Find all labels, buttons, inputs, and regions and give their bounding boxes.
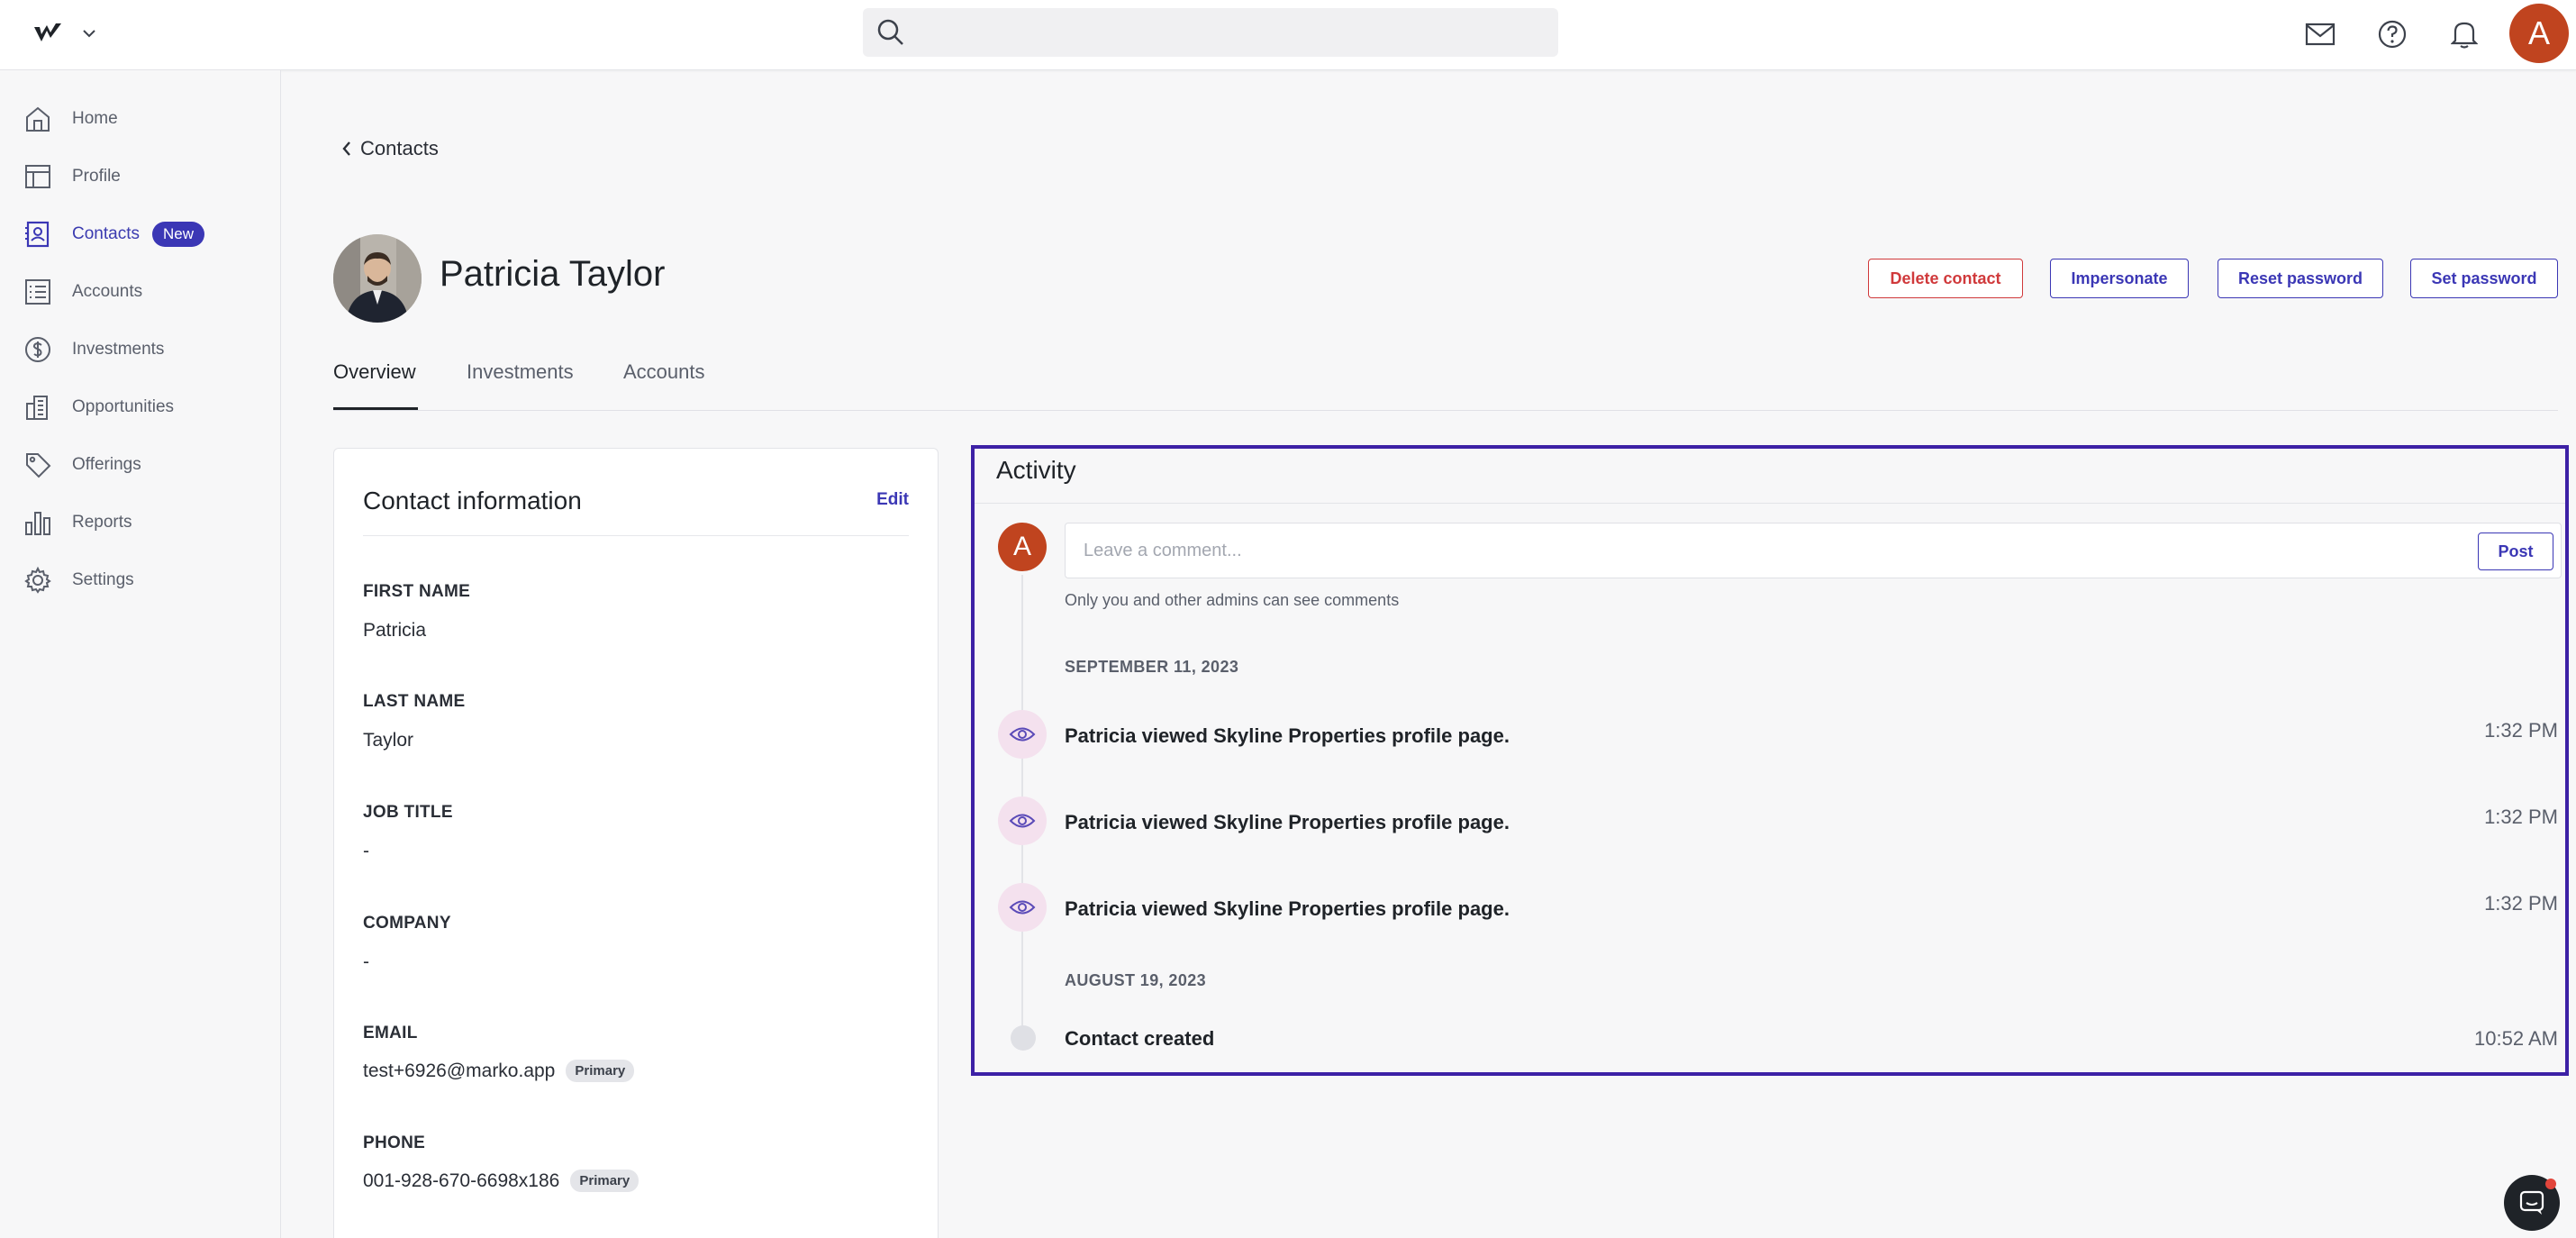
sidebar-item-label: Offerings	[72, 455, 141, 474]
field-value-first-name: Patricia	[363, 620, 427, 641]
contacts-icon	[22, 218, 54, 250]
sidebar-item-label: Accounts	[72, 282, 143, 301]
field-label-last-name: LAST NAME	[363, 692, 466, 711]
dollar-icon	[22, 333, 54, 366]
reset-password-button[interactable]: Reset password	[2218, 259, 2383, 298]
sidebar-item-offerings[interactable]: Offerings	[22, 445, 141, 485]
chevron-down-icon[interactable]	[79, 23, 99, 43]
comment-visibility-note: Only you and other admins can see commen…	[1065, 591, 1400, 609]
comment-box: Post	[1065, 523, 2562, 578]
back-link[interactable]: Contacts	[340, 137, 439, 160]
chat-icon	[2519, 1190, 2544, 1215]
sidebar-item-accounts[interactable]: Accounts	[22, 272, 142, 312]
activity-event-text: Patricia viewed Skyline Properties profi…	[1065, 724, 1510, 747]
activity-event-time: 10:52 AM	[2474, 1027, 2558, 1050]
delete-contact-button[interactable]: Delete contact	[1868, 259, 2023, 298]
eye-icon	[998, 797, 1047, 845]
gear-icon	[22, 564, 54, 596]
set-password-button[interactable]: Set password	[2410, 259, 2558, 298]
commenter-avatar: A	[998, 523, 1047, 571]
activity-event-time: 1:32 PM	[2484, 892, 2558, 915]
field-value-company: -	[363, 951, 369, 972]
divider	[975, 503, 2565, 504]
home-icon	[22, 103, 54, 135]
field-label-first-name: FIRST NAME	[363, 582, 471, 601]
profile-icon	[22, 160, 54, 193]
building-icon	[22, 391, 54, 423]
activity-event-text: Patricia viewed Skyline Properties profi…	[1065, 811, 1510, 833]
activity-event-time: 1:32 PM	[2484, 719, 2558, 742]
contact-info-card: Contact information Edit FIRST NAME Patr…	[333, 448, 939, 1238]
sidebar-item-profile[interactable]: Profile	[22, 157, 121, 196]
sidebar-item-label: Home	[72, 109, 118, 128]
sidebar-item-label: Profile	[72, 167, 121, 186]
search-icon	[877, 19, 903, 45]
sidebar: Home Profile Contacts New Accounts Inves…	[0, 70, 281, 1238]
search-input[interactable]	[913, 8, 1544, 57]
activity-panel: Activity A Post Only you and other admin…	[971, 445, 2569, 1076]
field-label-job-title: JOB TITLE	[363, 803, 453, 822]
sidebar-item-opportunities[interactable]: Opportunities	[22, 387, 174, 427]
chevron-left-icon	[342, 141, 350, 156]
sidebar-item-label: Reports	[72, 513, 132, 532]
logo-icon[interactable]	[32, 20, 65, 47]
field-value-job-title: -	[363, 841, 369, 861]
field-label-email: EMAIL	[363, 1024, 418, 1042]
card-title: Contact information	[363, 487, 582, 514]
sidebar-item-contacts[interactable]: Contacts New	[22, 214, 204, 254]
field-value-phone: 001-928-670-6698x186 Primary	[363, 1170, 639, 1192]
eye-icon	[998, 883, 1047, 932]
sidebar-item-reports[interactable]: Reports	[22, 503, 132, 542]
sidebar-item-label: Contacts	[72, 224, 140, 243]
sidebar-item-investments[interactable]: Investments	[22, 330, 164, 369]
contact-photo	[333, 234, 422, 323]
chat-launcher-button[interactable]	[2504, 1175, 2560, 1231]
activity-event-text: Contact created	[1065, 1027, 1215, 1050]
sidebar-item-home[interactable]: Home	[22, 99, 118, 139]
field-label-phone: PHONE	[363, 1133, 426, 1152]
sidebar-item-label: Settings	[72, 570, 134, 589]
eye-icon	[998, 710, 1047, 759]
dot-icon	[1011, 1025, 1036, 1051]
post-button[interactable]: Post	[2478, 533, 2553, 570]
date-header: AUGUST 19, 2023	[1065, 971, 1207, 989]
divider	[363, 535, 909, 536]
activity-event-time: 1:32 PM	[2484, 806, 2558, 828]
notification-dot	[2545, 1179, 2556, 1189]
tab-bar: Overview Investments Accounts	[333, 351, 2558, 411]
accounts-icon	[22, 276, 54, 308]
activity-event-text: Patricia viewed Skyline Properties profi…	[1065, 897, 1510, 920]
tab-accounts[interactable]: Accounts	[623, 360, 705, 384]
tab-investments[interactable]: Investments	[467, 360, 574, 384]
field-value-last-name: Taylor	[363, 730, 414, 751]
primary-badge: Primary	[570, 1170, 639, 1192]
mail-icon[interactable]	[2302, 16, 2338, 52]
user-avatar[interactable]: A	[2509, 4, 2569, 63]
field-value-email: test+6926@marko.app Primary	[363, 1060, 635, 1082]
help-icon[interactable]	[2374, 16, 2410, 52]
field-label-company: COMPANY	[363, 914, 451, 933]
tag-icon	[22, 449, 54, 481]
date-header: SEPTEMBER 11, 2023	[1065, 658, 1239, 676]
impersonate-button[interactable]: Impersonate	[2050, 259, 2189, 298]
activity-title: Activity	[996, 456, 1076, 484]
bar-chart-icon	[22, 506, 54, 539]
edit-button[interactable]: Edit	[876, 490, 909, 510]
new-badge: New	[151, 222, 204, 247]
search-bar[interactable]	[863, 8, 1558, 57]
sidebar-item-label: Investments	[72, 340, 165, 359]
sidebar-item-label: Opportunities	[72, 397, 175, 416]
contact-name: Patricia Taylor	[440, 254, 666, 294]
primary-badge: Primary	[566, 1060, 635, 1082]
top-bar: A	[0, 0, 2576, 70]
comment-input[interactable]	[1084, 523, 2435, 578]
sidebar-item-settings[interactable]: Settings	[22, 560, 134, 600]
back-link-label: Contacts	[360, 137, 439, 159]
tab-overview[interactable]: Overview	[333, 360, 416, 384]
bell-icon[interactable]	[2446, 16, 2482, 52]
active-tab-indicator	[333, 407, 418, 410]
